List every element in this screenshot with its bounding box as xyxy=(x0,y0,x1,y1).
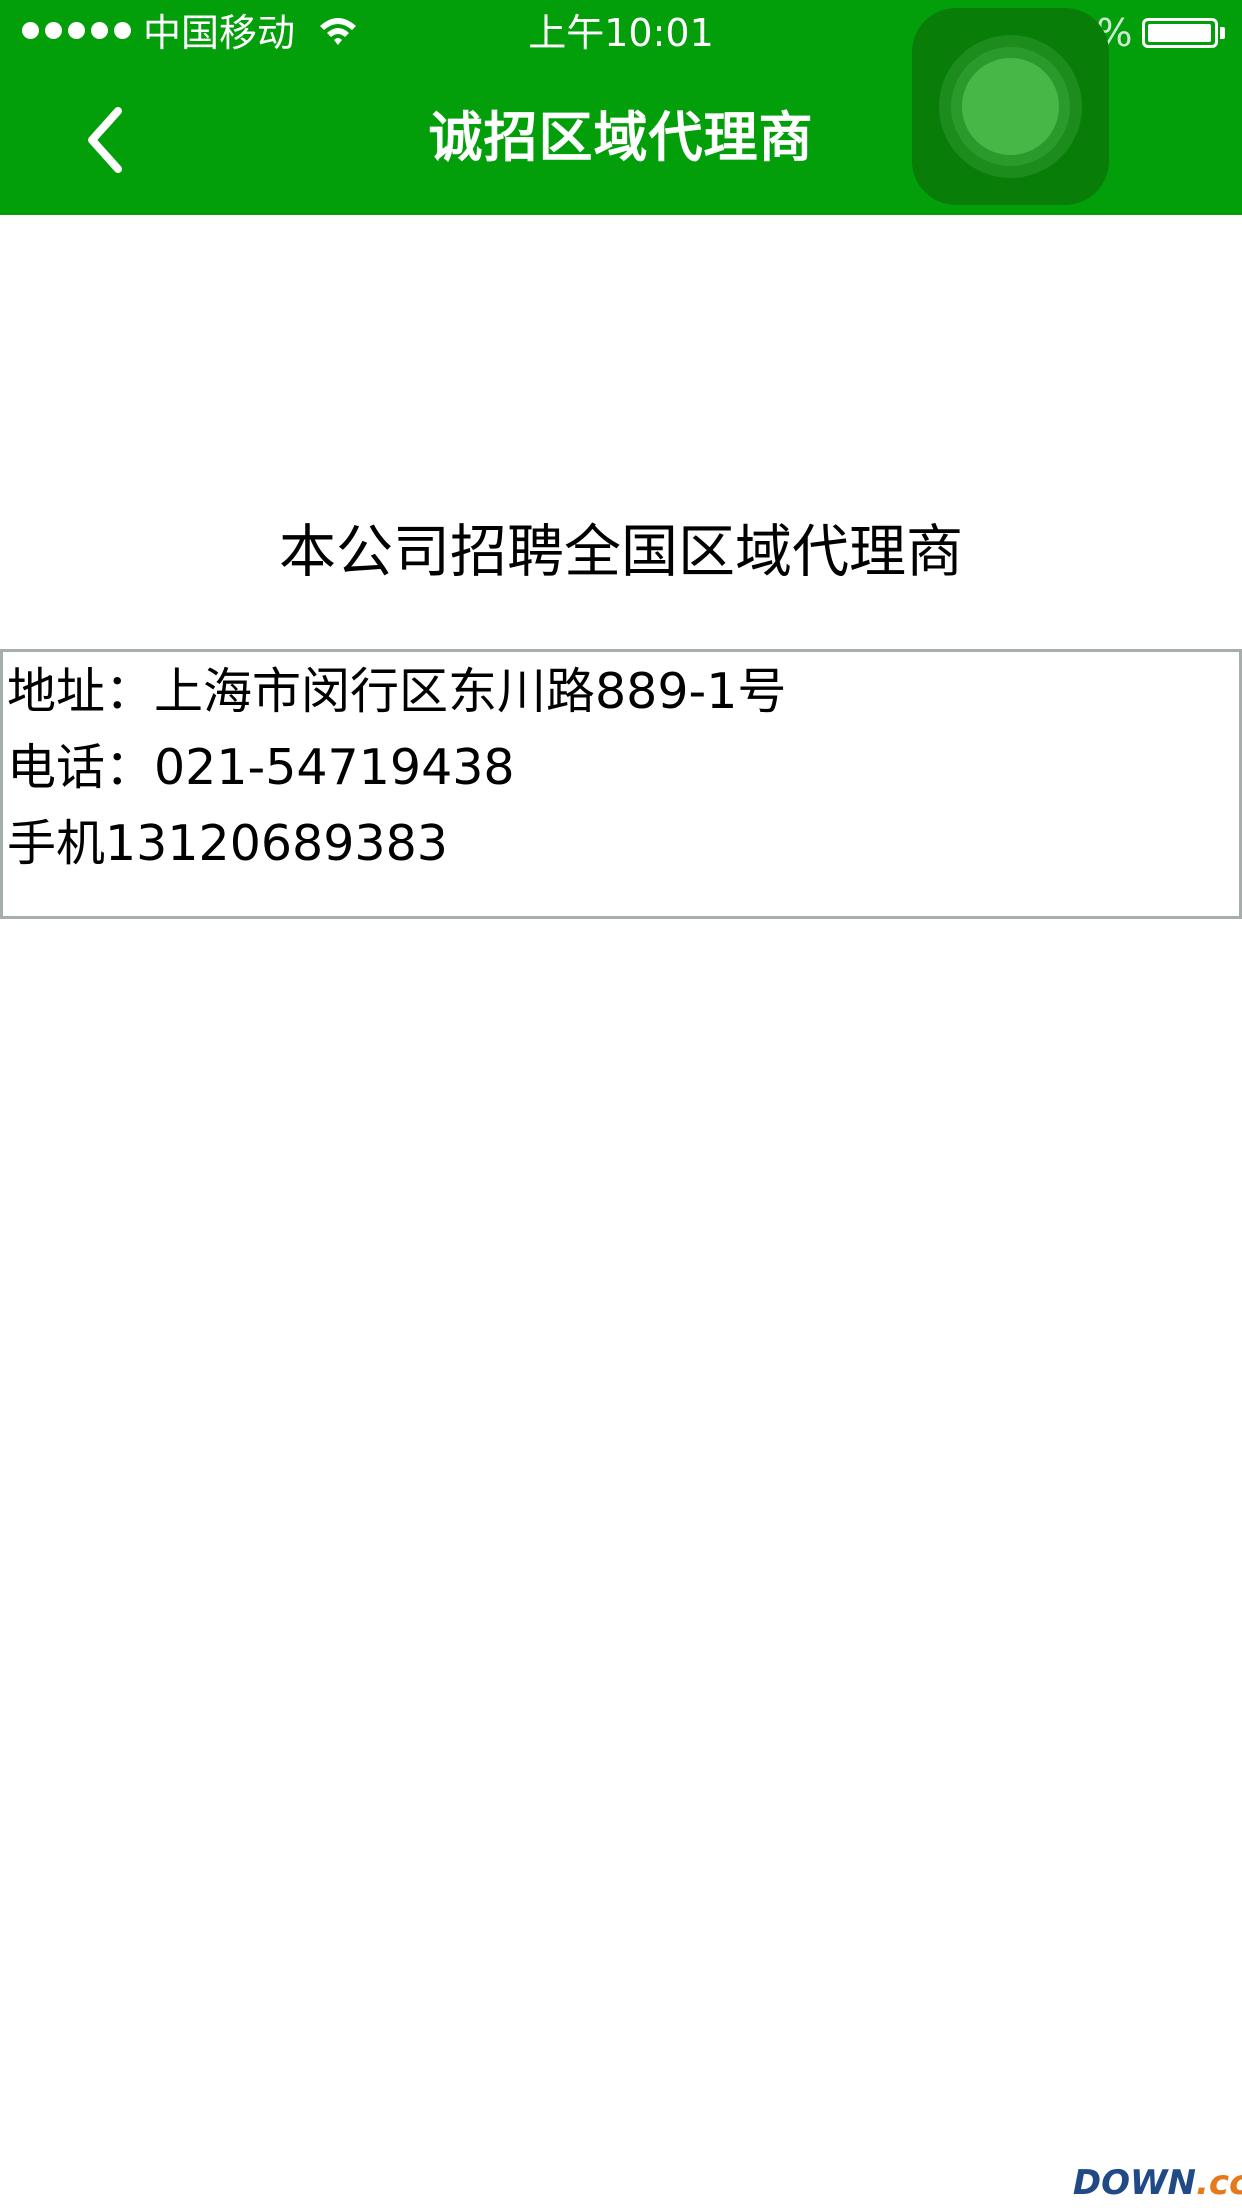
watermark-part-1: DOWN xyxy=(1072,2163,1196,2203)
assistive-touch-button[interactable] xyxy=(912,8,1109,205)
mobile-text[interactable]: 手机13120689383 xyxy=(7,812,448,876)
battery-tip xyxy=(1220,27,1225,39)
address-text: 地址：上海市闵行区东川路889-1号 xyxy=(7,663,787,720)
contact-info-box: 地址：上海市闵行区东川路889-1号 电话：021-54719438 手机131… xyxy=(0,649,1242,919)
watermark-logo: DOWN.cc xyxy=(1073,2160,1242,2206)
battery-level-fill xyxy=(1148,24,1212,42)
recruitment-headline: 本公司招聘全国区域代理商 xyxy=(279,519,963,585)
watermark-part-2: .cc xyxy=(1195,2163,1242,2203)
battery-icon xyxy=(1142,18,1218,48)
phone-text[interactable]: 电话：021-54719438 xyxy=(7,736,515,800)
